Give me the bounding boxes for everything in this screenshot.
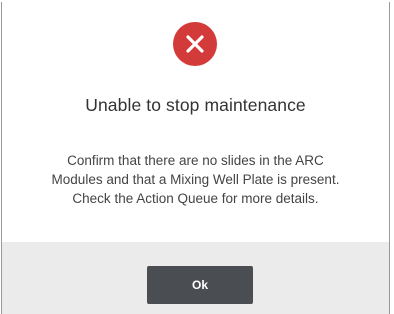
dialog-content: Unable to stop maintenance Confirm that … (2, 2, 389, 242)
error-x-icon (173, 22, 217, 66)
error-dialog: Unable to stop maintenance Confirm that … (1, 2, 390, 314)
dialog-message: Confirm that there are no slides in the … (22, 151, 369, 208)
close-x-glyph-icon (186, 35, 204, 53)
dialog-title: Unable to stop maintenance (85, 95, 306, 115)
ok-button[interactable]: Ok (147, 266, 253, 304)
message-line: Confirm that there are no slides in the … (67, 153, 324, 168)
message-line: Modules and that a Mixing Well Plate is … (51, 172, 340, 187)
message-line: Check the Action Queue for more details. (72, 191, 319, 206)
dialog-footer: Ok (2, 242, 389, 314)
